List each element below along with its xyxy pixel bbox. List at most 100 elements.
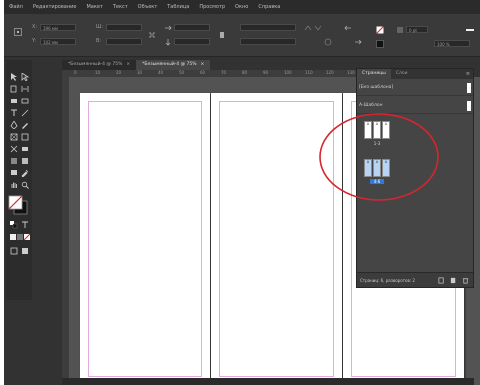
note-tool-icon[interactable] [9,168,18,177]
stroke-weight-icon [396,26,404,34]
hand-tool-icon[interactable] [9,180,18,189]
pencil-tool-icon[interactable] [20,120,29,129]
select-container-icon[interactable] [324,38,332,46]
normal-view-icon[interactable] [9,246,18,255]
tab-close-icon[interactable]: × [201,62,205,67]
flip-horizontal-icon[interactable] [304,24,312,32]
menu-file[interactable]: Файл [4,4,28,10]
ruler-mark: 10 [95,70,101,75]
menu-view[interactable]: Просмотр [194,4,230,10]
fill-swatch-icon[interactable] [376,26,384,34]
menu-layout[interactable]: Макет [81,4,107,10]
reference-point-icon[interactable] [14,28,22,36]
free-transform-tool-icon[interactable] [20,144,29,153]
ruler-mark: 0 [74,70,77,75]
screen-mode-icon[interactable] [20,246,29,255]
ruler-mark: 20 [116,70,122,75]
annotation-circle [319,113,439,201]
menu-bar: Файл Редактирование Макет Текст Объект Т… [4,0,480,14]
content-placer-icon[interactable] [20,96,29,105]
menu-window[interactable]: Окно [230,4,253,10]
fill-stroke-swatch[interactable] [8,195,28,215]
master-none-row[interactable]: [Без шаблона] [357,81,473,96]
x-label: X: [32,24,38,30]
rotation-field[interactable] [240,24,296,31]
scale-y-field[interactable] [174,38,210,45]
height-label: В: [96,38,102,44]
master-none-label: [Без шаблона] [359,85,394,90]
x-position-field[interactable]: 196 мм [40,24,76,31]
ruler-mark: 100 [284,70,292,75]
ruler-mark: 120 [326,70,334,75]
ruler-mark: 60 [200,70,206,75]
width-label: Ш: [96,24,104,30]
margin-guide [88,101,202,377]
ruler-mark: 40 [158,70,164,75]
line-tool-icon[interactable] [20,108,29,117]
select-next-icon[interactable] [354,38,362,46]
scale-x-icon [164,24,172,32]
status-bar [62,378,474,385]
master-a-thumbnail [467,101,471,111]
tab-pages[interactable]: Страницы [357,69,391,79]
rotate-icon[interactable] [218,31,226,39]
tab-document-1-label: *Безымянный-4 @ 75% [68,62,123,67]
ruler-mark: 130 [347,70,355,75]
delete-page-icon[interactable] [461,276,469,284]
panel-tabs: Страницы Слои [357,69,473,79]
stroke-style-icon[interactable] [466,26,474,34]
menu-table[interactable]: Таблица [162,4,194,10]
stroke-swatch-icon[interactable] [376,40,384,48]
zoom-tool-icon[interactable] [20,180,29,189]
tools-panel [6,60,32,300]
select-previous-icon[interactable] [344,24,352,32]
menu-edit[interactable]: Редактирование [28,4,82,10]
panel-menu-icon[interactable]: ≡ [466,71,470,77]
menu-object[interactable]: Объект [133,4,163,10]
rectangle-tool-icon[interactable] [20,132,29,141]
page-count-text: Страниц: 6, разворотов: 2 [360,278,415,283]
control-panel: X: 196 мм Y: 102 мм Ш: В: 0 pt 100 % [4,14,480,57]
tab-close-icon[interactable]: × [126,62,130,67]
tab-layers[interactable]: Слои [391,69,413,79]
page-tool-icon[interactable] [9,84,18,93]
ruler-mark: 30 [137,70,143,75]
selection-tool-icon[interactable] [9,72,18,81]
ruler-mark: 80 [242,70,248,75]
rectangle-frame-tool-icon[interactable] [9,132,18,141]
direct-selection-tool-icon[interactable] [20,72,29,81]
tab-document-2-label: *Безымянный-4 @ 75% [142,62,197,67]
menu-type[interactable]: Текст [108,4,133,10]
type-tool-icon[interactable] [9,108,18,117]
ruler-mark: 110 [305,70,313,75]
gradient-feather-tool-icon[interactable] [20,156,29,165]
vertical-ruler[interactable] [62,77,70,385]
indesign-window: Файл Редактирование Макет Текст Объект Т… [4,0,480,385]
eyedropper-tool-icon[interactable] [20,168,29,177]
ruler-mark: 50 [179,70,185,75]
gap-tool-icon[interactable] [20,84,29,93]
shear-field[interactable] [240,38,296,45]
scissors-tool-icon[interactable] [9,144,18,153]
content-collector-icon[interactable] [9,96,18,105]
scale-x-field[interactable] [174,24,210,31]
height-field[interactable] [106,38,142,45]
menu-help[interactable]: Справка [253,4,285,10]
edit-page-size-icon[interactable] [437,276,445,284]
y-label: Y: [32,38,37,44]
formatting-affects-text-icon[interactable] [20,220,29,229]
new-page-icon[interactable] [449,276,457,284]
pen-tool-icon[interactable] [9,120,18,129]
default-colors-icon[interactable] [9,220,18,229]
tab-document-1[interactable]: *Безымянный-4 @ 75% × [62,60,137,70]
opacity-field[interactable]: 100 % [434,40,470,47]
apply-none-icon[interactable] [22,232,31,241]
stroke-weight-field[interactable]: 0 pt [406,26,428,33]
flip-vertical-icon[interactable] [314,24,322,32]
y-position-field[interactable]: 102 мм [40,38,76,45]
tab-document-2[interactable]: *Безымянный-4 @ 75% × [136,60,211,70]
width-field[interactable] [106,24,142,31]
gradient-swatch-tool-icon[interactable] [9,156,18,165]
constrain-proportions-icon[interactable] [148,31,156,39]
page-1[interactable] [80,93,210,385]
